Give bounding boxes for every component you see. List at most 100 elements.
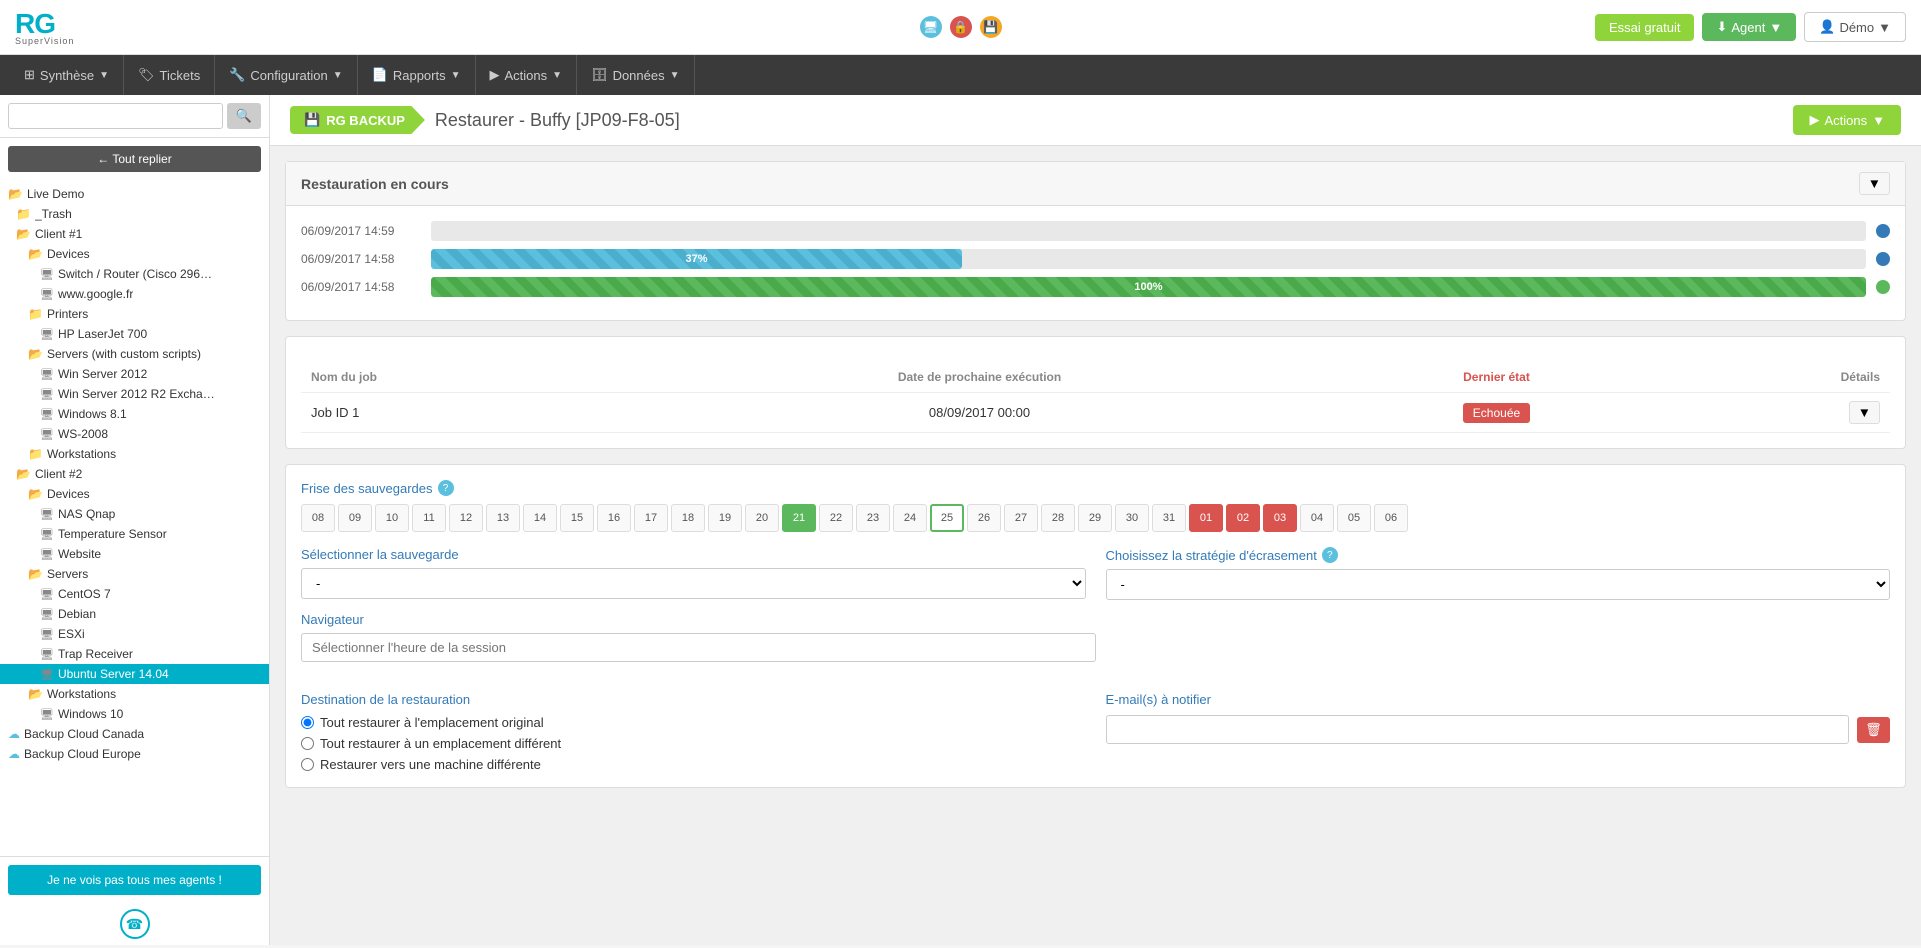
tree-item[interactable]: 📂Client #1 — [0, 224, 269, 244]
frise-day[interactable]: 28 — [1041, 504, 1075, 532]
grid-icon: ⊞ — [24, 67, 35, 83]
frise-day[interactable]: 17 — [634, 504, 668, 532]
frise-day[interactable]: 23 — [856, 504, 890, 532]
tree-item[interactable]: 🖥Win Server 2012 R2 Excha… — [0, 384, 269, 404]
job-table: Nom du job Date de prochaine exécution D… — [301, 362, 1890, 433]
frise-day[interactable]: 11 — [412, 504, 446, 532]
tree-item[interactable]: 📂Devices — [0, 244, 269, 264]
frise-day[interactable]: 05 — [1337, 504, 1371, 532]
nav-tickets[interactable]: 🏷 Tickets — [124, 55, 215, 95]
search-button[interactable]: 🔍 — [227, 103, 261, 129]
tree-item[interactable]: 📁Printers — [0, 304, 269, 324]
tree-item-label: Devices — [47, 247, 90, 261]
tree-item[interactable]: ☁Backup Cloud Canada — [0, 724, 269, 744]
db-icon[interactable]: 💾 — [980, 16, 1002, 38]
tree-item[interactable]: 🖥Website — [0, 544, 269, 564]
tree-item[interactable]: 📂Live Demo — [0, 184, 269, 204]
frise-day[interactable]: 14 — [523, 504, 557, 532]
radio-option[interactable]: Tout restaurer à l'emplacement original — [301, 715, 1086, 730]
frise-day[interactable]: 13 — [486, 504, 520, 532]
tree-item[interactable]: 🖥NAS Qnap — [0, 504, 269, 524]
select-save[interactable]: - — [301, 568, 1086, 599]
tree-item[interactable]: 🖥Win Server 2012 — [0, 364, 269, 384]
tree-item[interactable]: 🖥Debian — [0, 604, 269, 624]
nav-configuration[interactable]: 🔧 Configuration ▼ — [215, 55, 357, 95]
tree-item[interactable]: 📁_Trash — [0, 204, 269, 224]
nav-rapports[interactable]: 📄 Rapports ▼ — [358, 55, 476, 95]
tree-item[interactable]: 🖥HP LaserJet 700 — [0, 324, 269, 344]
tree-item[interactable]: 🖥Ubuntu Server 14.04 — [0, 664, 269, 684]
tree-item[interactable]: 🖥www.google.fr — [0, 284, 269, 304]
tree-item[interactable]: 📂Servers — [0, 564, 269, 584]
tree-item[interactable]: 🖥WS-2008 — [0, 424, 269, 444]
tree-item[interactable]: ☁Backup Cloud Europe — [0, 744, 269, 764]
radio-option[interactable]: Tout restaurer à un emplacement différen… — [301, 736, 1086, 751]
select-strategy[interactable]: - — [1106, 569, 1891, 600]
radio-input[interactable] — [301, 737, 314, 750]
frise-day[interactable]: 25 — [930, 504, 964, 532]
frise-day[interactable]: 04 — [1300, 504, 1334, 532]
tree-item[interactable]: 🖥Trap Receiver — [0, 644, 269, 664]
demo-button[interactable]: 👤 Démo ▼ — [1804, 12, 1906, 42]
frise-day[interactable]: 29 — [1078, 504, 1112, 532]
tree-item-label: Win Server 2012 — [58, 367, 147, 381]
tree-item[interactable]: 📂Client #2 — [0, 464, 269, 484]
frise-day[interactable]: 16 — [597, 504, 631, 532]
tree-item[interactable]: 📁Workstations — [0, 444, 269, 464]
radio-input[interactable] — [301, 716, 314, 729]
nav-donnees[interactable]: 🗄 Données ▼ — [577, 55, 694, 95]
frise-day[interactable]: 24 — [893, 504, 927, 532]
frise-day[interactable]: 21 — [782, 504, 816, 532]
frise-day[interactable]: 08 — [301, 504, 335, 532]
frise-day[interactable]: 20 — [745, 504, 779, 532]
job-details-cell: ▼ — [1663, 393, 1890, 433]
frise-day[interactable]: 30 — [1115, 504, 1149, 532]
frise-day[interactable]: 27 — [1004, 504, 1038, 532]
tree-item[interactable]: 🖥Switch / Router (Cisco 296… — [0, 264, 269, 284]
select-row: Sélectionner la sauvegarde - Choisissez … — [301, 547, 1890, 600]
radio-input[interactable] — [301, 758, 314, 771]
frise-day[interactable]: 18 — [671, 504, 705, 532]
monitor-icon[interactable]: 🖥 — [920, 16, 942, 38]
email-input[interactable] — [1106, 715, 1850, 744]
nav-actions[interactable]: ▶ Actions ▼ — [476, 55, 578, 95]
tree-item[interactable]: 🖥ESXi — [0, 624, 269, 644]
frise-day[interactable]: 10 — [375, 504, 409, 532]
tree-item[interactable]: 📂Workstations — [0, 684, 269, 704]
tree-item[interactable]: 🖥Temperature Sensor — [0, 524, 269, 544]
frise-day[interactable]: 06 — [1374, 504, 1408, 532]
search-input[interactable] — [8, 103, 223, 129]
frise-day[interactable]: 31 — [1152, 504, 1186, 532]
tree-item[interactable]: 📂Devices — [0, 484, 269, 504]
frise-day[interactable]: 12 — [449, 504, 483, 532]
trial-button[interactable]: Essai gratuit — [1595, 14, 1695, 41]
tree-item-label: Client #1 — [35, 227, 82, 241]
tree-item[interactable]: 🖥Windows 8.1 — [0, 404, 269, 424]
nav-input[interactable] — [301, 633, 1096, 662]
page-actions-button[interactable]: ▶ Actions ▼ — [1793, 105, 1901, 135]
frise-day[interactable]: 15 — [560, 504, 594, 532]
tree-item[interactable]: 🖥Windows 10 — [0, 704, 269, 724]
frise-day[interactable]: 26 — [967, 504, 1001, 532]
lock-icon[interactable]: 🔒 — [950, 16, 972, 38]
radio-option[interactable]: Restaurer vers une machine différente — [301, 757, 1086, 772]
support-icon[interactable]: ☎ — [120, 909, 150, 939]
restoration-collapse-button[interactable]: ▼ — [1859, 172, 1890, 195]
tree-item[interactable]: 🖥CentOS 7 — [0, 584, 269, 604]
agent-button[interactable]: ⬇ Agent ▼ — [1702, 13, 1796, 41]
frise-day[interactable]: 02 — [1226, 504, 1260, 532]
agents-button[interactable]: Je ne vois pas tous mes agents ! — [8, 865, 261, 895]
nav-synthese[interactable]: ⊞ Synthèse ▼ — [10, 55, 124, 95]
strategy-help-icon[interactable]: ? — [1322, 547, 1338, 563]
reply-all-button[interactable]: ← Tout replier — [8, 146, 261, 172]
frise-day[interactable]: 01 — [1189, 504, 1223, 532]
frise-day[interactable]: 19 — [708, 504, 742, 532]
email-delete-button[interactable]: 🗑 — [1857, 717, 1890, 743]
frise-day[interactable]: 09 — [338, 504, 372, 532]
tree-item-label: Live Demo — [27, 187, 84, 201]
frise-day[interactable]: 03 — [1263, 504, 1297, 532]
frise-day[interactable]: 22 — [819, 504, 853, 532]
details-chevron-button[interactable]: ▼ — [1849, 401, 1880, 424]
tree-item[interactable]: 📂Servers (with custom scripts) — [0, 344, 269, 364]
frise-help-icon[interactable]: ? — [438, 480, 454, 496]
